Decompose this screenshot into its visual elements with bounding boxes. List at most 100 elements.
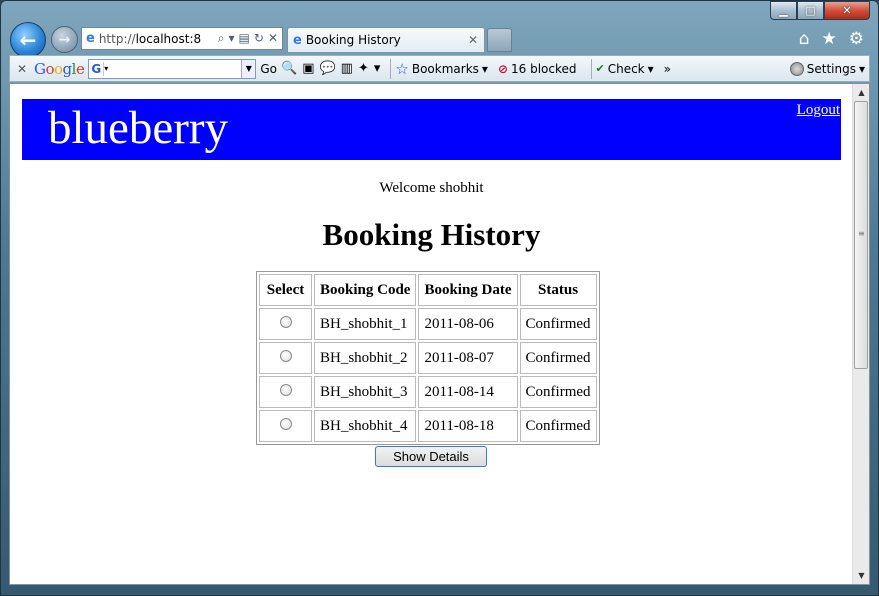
status-cell: Confirmed: [519, 308, 597, 340]
minimize-button[interactable]: ▁: [770, 1, 797, 20]
close-window-button[interactable]: ✕: [824, 1, 870, 20]
web-page: blueberry Logout Welcome shobhit Booking…: [10, 84, 853, 584]
toolbar-separator: [390, 58, 392, 79]
booking-radio[interactable]: [279, 383, 292, 396]
image-icon[interactable]: ▣: [302, 61, 314, 76]
toolbar-close-icon[interactable]: ✕: [10, 62, 34, 76]
spellcheck-icon: ✔: [595, 62, 605, 75]
browser-right-icons: ⌂ ★ ⚙: [799, 29, 864, 49]
settings-label: Settings: [806, 61, 856, 76]
booking-date-cell: 2011-08-18: [418, 410, 518, 442]
scroll-grip-icon: ≡: [858, 229, 865, 238]
check-label: Check: [607, 61, 645, 76]
table-row: BH_shobhit_1 2011-08-06 Confirmed: [259, 308, 597, 340]
show-details-button[interactable]: Show Details: [375, 446, 487, 467]
booking-radio[interactable]: [279, 349, 292, 362]
table-row: BH_shobhit_3 2011-08-14 Confirmed: [259, 376, 597, 408]
tab-booking-history[interactable]: e Booking History ✕: [287, 27, 485, 52]
booking-code-cell: BH_shobhit_2: [314, 342, 417, 374]
scroll-down-icon[interactable]: ▼: [853, 567, 869, 584]
google-g-icon: G: [89, 61, 105, 76]
ie-page-icon: e: [86, 31, 95, 46]
table-row: BH_shobhit_4 2011-08-18 Confirmed: [259, 410, 597, 442]
popup-blocker-icon: ⊘: [497, 61, 508, 76]
status-cell: Confirmed: [519, 410, 597, 442]
search-icon[interactable]: ⌕: [218, 31, 225, 46]
stop-icon[interactable]: ✕: [268, 31, 278, 46]
booking-radio[interactable]: [279, 417, 292, 430]
puzzle-icon[interactable]: ✦: [358, 61, 369, 76]
magnifier-icon[interactable]: 🔍: [281, 61, 297, 76]
news-icon[interactable]: ▥: [341, 61, 353, 76]
navigation-bar: ← → e http://localhost:8 ⌕ ▾ ▤ ↻ ✕ e Boo…: [1, 21, 879, 58]
settings-gear-icon: [789, 61, 804, 76]
table-row: BH_shobhit_2 2011-08-07 Confirmed: [259, 342, 597, 374]
google-g-dropdown-icon[interactable]: ▾: [104, 64, 108, 73]
go-button[interactable]: Go: [260, 62, 277, 76]
google-search-input[interactable]: G ▾ ▼: [88, 58, 257, 79]
refresh-icon[interactable]: ↻: [254, 31, 264, 46]
select-cell: [259, 410, 312, 442]
column-header-select: Select: [259, 274, 312, 306]
forward-arrow-icon: →: [58, 31, 71, 48]
chat-bubble-icon[interactable]: 💬: [319, 61, 335, 76]
bookmarks-button[interactable]: ☆ Bookmarks ▾: [395, 60, 488, 78]
toolbar-icon-group: 🔍 ▣ 💬 ▥ ✦ ▾: [281, 61, 380, 76]
more-dropdown-icon[interactable]: ▾: [374, 61, 381, 76]
booking-history-table: Select Booking Code Booking Date Status …: [256, 271, 600, 445]
tab-close-icon[interactable]: ✕: [468, 33, 478, 47]
toolbar-separator: [590, 58, 592, 79]
status-cell: Confirmed: [519, 376, 597, 408]
compatibility-icon[interactable]: ▤: [239, 31, 250, 46]
new-tab-button[interactable]: [487, 28, 512, 52]
ie-tab-icon: e: [293, 32, 302, 48]
settings-button[interactable]: Settings ▾: [789, 61, 865, 76]
select-cell: [259, 376, 312, 408]
column-header-booking-code: Booking Code: [314, 274, 417, 306]
page-title: Booking History: [322, 217, 541, 252]
back-button[interactable]: ←: [10, 22, 46, 58]
select-cell: [259, 342, 312, 374]
bookmarks-label: Bookmarks: [411, 61, 479, 76]
address-prefix: http://: [98, 31, 136, 46]
booking-code-cell: BH_shobhit_4: [314, 410, 417, 442]
scroll-up-icon[interactable]: ▲: [853, 84, 869, 101]
bookmark-star-icon: ☆: [395, 59, 409, 78]
caption-buttons: ▁ □ ✕: [770, 1, 870, 21]
forward-button[interactable]: →: [51, 26, 78, 53]
tab-title: Booking History: [305, 33, 401, 47]
bookmarks-dropdown-icon: ▾: [481, 61, 488, 76]
maximize-button[interactable]: □: [797, 1, 824, 20]
booking-date-cell: 2011-08-07: [418, 342, 518, 374]
search-dropdown-icon[interactable]: ▼: [241, 59, 256, 78]
blocked-label: 16 blocked: [511, 61, 577, 76]
column-header-status: Status: [519, 274, 597, 306]
booking-code-cell: BH_shobhit_3: [314, 376, 417, 408]
google-logo: Google: [34, 59, 85, 78]
table-header-row: Select Booking Code Booking Date Status: [259, 274, 597, 306]
back-arrow-icon: ←: [19, 28, 37, 52]
gear-icon[interactable]: ⚙: [849, 29, 864, 49]
booking-date-cell: 2011-08-06: [418, 308, 518, 340]
google-toolbar: ✕ Google G ▾ ▼ Go 🔍 ▣ 💬 ▥ ✦ ▾ ☆ Bookmarks…: [9, 55, 870, 82]
vertical-scrollbar[interactable]: ▲ ≡ ▼: [852, 84, 869, 584]
header-banner: blueberry Logout: [22, 99, 841, 160]
scroll-thumb[interactable]: ≡: [854, 101, 868, 369]
address-bar[interactable]: e http://localhost:8 ⌕ ▾ ▤ ↻ ✕: [81, 27, 283, 50]
settings-dropdown-icon: ▾: [858, 61, 865, 76]
toolbar-overflow-button[interactable]: »: [664, 62, 671, 76]
select-cell: [259, 308, 312, 340]
browser-window: ▁ □ ✕ ← → e http://localhost:8 ⌕ ▾ ▤ ↻ ✕…: [0, 0, 879, 596]
booking-date-cell: 2011-08-14: [418, 376, 518, 408]
address-host: localhost:8: [135, 31, 202, 46]
booking-radio[interactable]: [279, 315, 292, 328]
page-viewport: blueberry Logout Welcome shobhit Booking…: [9, 83, 870, 585]
home-icon[interactable]: ⌂: [799, 29, 810, 49]
popup-blocker-button[interactable]: ⊘ 16 blocked: [498, 62, 577, 76]
favorites-star-icon[interactable]: ★: [822, 29, 837, 49]
spell-check-button[interactable]: ✔ Check ▾: [596, 62, 654, 76]
logout-link[interactable]: Logout: [797, 102, 840, 119]
column-header-booking-date: Booking Date: [418, 274, 518, 306]
status-cell: Confirmed: [519, 342, 597, 374]
dropdown-icon[interactable]: ▾: [229, 31, 235, 46]
